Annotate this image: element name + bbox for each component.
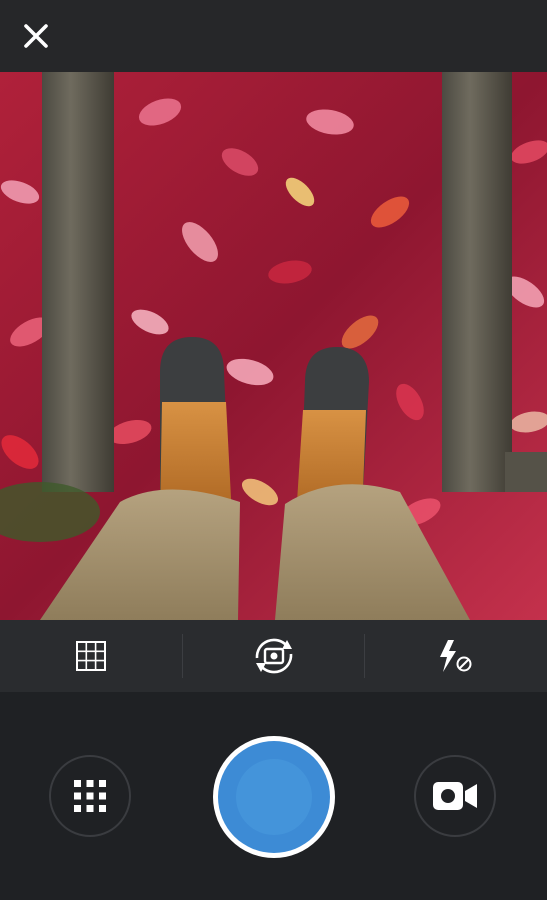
camera-toolbar [0, 620, 547, 692]
video-camera-icon [433, 782, 477, 810]
camera-screen [0, 0, 547, 900]
flash-toggle-button[interactable] [365, 620, 547, 692]
switch-camera-button[interactable] [183, 620, 365, 692]
flash-off-icon [440, 640, 472, 672]
shutter-core [236, 759, 312, 835]
grid-icon [75, 641, 106, 671]
camera-viewfinder[interactable] [0, 72, 547, 620]
close-icon [24, 24, 48, 48]
capture-controls [0, 692, 547, 900]
grid-toggle-button[interactable] [0, 620, 182, 692]
gallery-grid-icon [74, 780, 106, 812]
shutter-button[interactable] [213, 736, 335, 858]
video-mode-button[interactable] [414, 755, 496, 837]
viewfinder-photo [0, 72, 547, 620]
close-button[interactable] [18, 18, 54, 54]
shutter-ring [218, 741, 330, 853]
switch-camera-icon [255, 638, 292, 674]
gallery-button[interactable] [49, 755, 131, 837]
top-bar [0, 0, 547, 72]
